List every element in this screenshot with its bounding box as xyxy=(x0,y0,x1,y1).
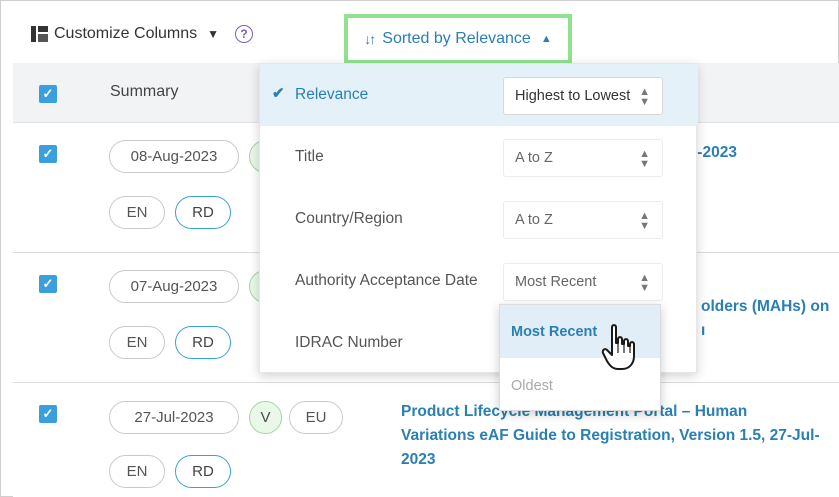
customize-columns-label: Customize Columns xyxy=(54,25,198,42)
toolbar: Customize Columns ▼ ? ↓↑ Sorted by Relev… xyxy=(1,11,839,64)
sort-direction-value: A to Z xyxy=(515,212,553,228)
row-checkbox[interactable]: ✓ xyxy=(39,145,57,163)
sort-direction-select[interactable]: Most Recent ▲ ▼ xyxy=(503,263,663,301)
sort-direction-value: A to Z xyxy=(515,150,553,166)
chevron-down-icon: ▼ xyxy=(207,27,220,41)
sort-row-authority-acceptance-date[interactable]: Authority Acceptance Date Most Recent ▲ ▼ xyxy=(260,250,698,312)
page-frame: Customize Columns ▼ ? ↓↑ Sorted by Relev… xyxy=(0,0,839,497)
select-arrows-icon: ▲ ▼ xyxy=(639,272,650,294)
sort-direction-select[interactable]: A to Z ▲ ▼ xyxy=(503,201,663,239)
columns-icon xyxy=(31,26,48,42)
sort-row-label: Country/Region xyxy=(295,210,403,227)
date-badge: 27-Jul-2023 xyxy=(109,401,239,434)
sort-row-label: IDRAC Number xyxy=(295,334,403,351)
sort-icon: ↓↑ xyxy=(364,31,376,47)
select-arrows-icon: ▲ ▼ xyxy=(639,86,650,108)
sort-toggle-button[interactable]: ↓↑ Sorted by Relevance ▲ xyxy=(344,14,572,64)
select-arrows-icon: ▲ ▼ xyxy=(639,148,650,170)
document-title-link[interactable]: ı-2023 xyxy=(693,141,737,165)
v-badge: V xyxy=(249,401,282,434)
help-icon[interactable]: ? xyxy=(235,25,254,43)
summary-column-header[interactable]: Summary xyxy=(110,83,178,101)
sort-row-country-region[interactable]: Country/Region A to Z ▲ ▼ xyxy=(260,188,698,250)
row-checkbox[interactable]: ✓ xyxy=(39,275,57,293)
sort-toggle-label: Sorted by Relevance xyxy=(382,30,531,47)
rd-tag: RD xyxy=(175,196,231,229)
language-tag: EN xyxy=(109,455,165,488)
document-title-link[interactable]: olders (MAHs) on xyxy=(701,295,829,319)
sort-direction-select[interactable]: Highest to Lowest ▲ ▼ xyxy=(503,77,663,115)
language-tag: EN xyxy=(109,196,165,229)
row-checkbox[interactable]: ✓ xyxy=(39,405,57,423)
sort-direction-value: Most Recent xyxy=(515,274,597,290)
document-title-link-line2[interactable]: ı xyxy=(701,319,705,343)
table-row[interactable]: ✓ 27-Jul-2023 V EU EN RD Product Lifecyc… xyxy=(13,383,839,497)
sort-row-relevance[interactable]: ✔ Relevance Highest to Lowest ▲ ▼ xyxy=(260,64,698,126)
checkmark-icon: ✔ xyxy=(272,85,285,102)
chevron-up-icon: ▲ xyxy=(540,33,552,45)
sort-row-label: Title xyxy=(295,148,324,165)
sort-direction-value: Highest to Lowest xyxy=(515,88,631,104)
language-tag: EN xyxy=(109,326,165,359)
sort-row-label: Relevance xyxy=(295,86,369,103)
select-arrows-icon: ▲ ▼ xyxy=(639,210,650,232)
sort-direction-select[interactable]: A to Z ▲ ▼ xyxy=(503,139,663,177)
hand-cursor-icon xyxy=(601,324,635,370)
rd-tag: RD xyxy=(175,455,231,488)
rd-tag: RD xyxy=(175,326,231,359)
region-badge: EU xyxy=(289,401,343,434)
select-all-checkbox[interactable]: ✓ xyxy=(39,85,57,103)
date-badge: 07-Aug-2023 xyxy=(109,270,239,303)
sort-row-label: Authority Acceptance Date xyxy=(295,272,478,289)
sort-row-title[interactable]: Title A to Z ▲ ▼ xyxy=(260,126,698,188)
date-badge: 08-Aug-2023 xyxy=(109,140,239,173)
customize-columns-button[interactable]: Customize Columns ▼ ? xyxy=(31,25,254,43)
